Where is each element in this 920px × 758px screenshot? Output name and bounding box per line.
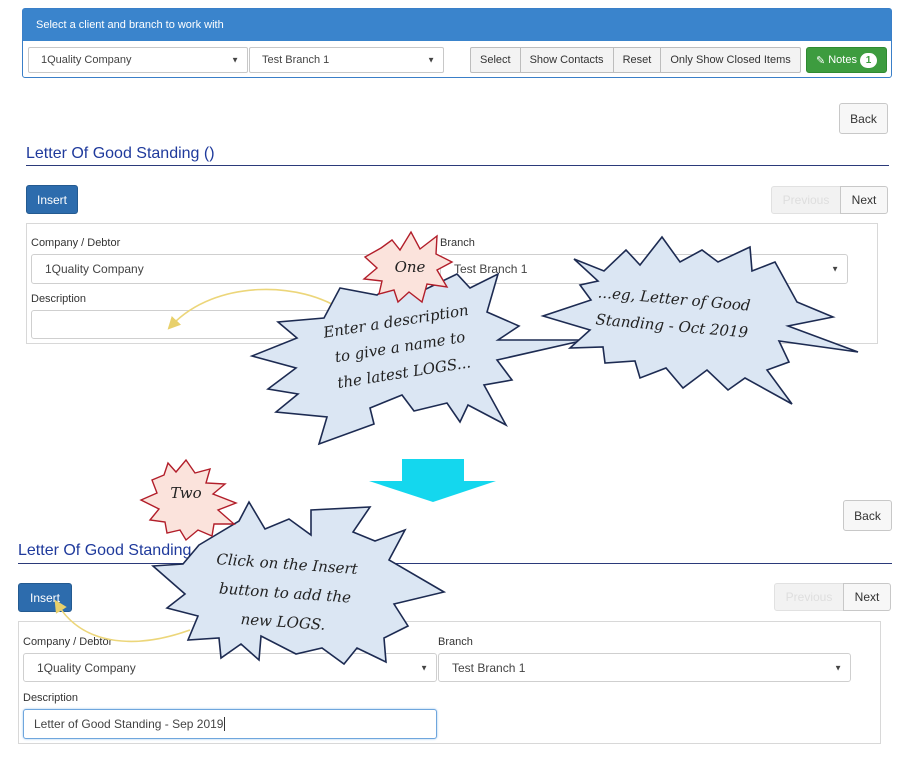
arrow-down-icon bbox=[369, 459, 496, 502]
step-two-label: Two bbox=[170, 484, 202, 502]
step-one-label: One bbox=[394, 258, 426, 276]
pointer-arrow bbox=[54, 599, 191, 643]
step-two-instructions: Click on the Insert button to add the ne… bbox=[193, 544, 377, 643]
annotation-overlay bbox=[54, 230, 859, 666]
